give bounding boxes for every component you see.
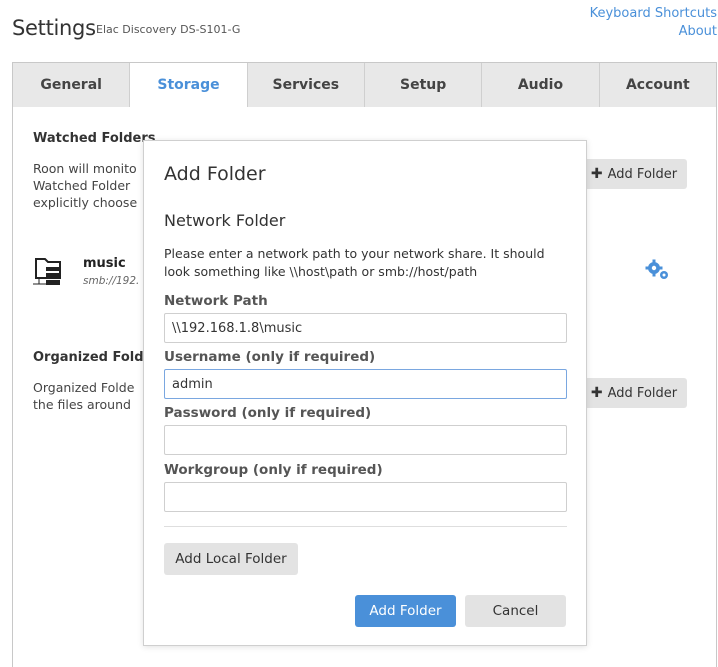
tab-audio[interactable]: Audio xyxy=(482,63,600,107)
password-label: Password (only if required) xyxy=(164,405,372,421)
username-input[interactable] xyxy=(164,369,567,399)
header-links: Keyboard Shortcuts About xyxy=(590,5,717,41)
add-local-folder-button[interactable]: Add Local Folder xyxy=(164,543,298,575)
folder-name: music xyxy=(83,256,126,271)
network-path-input[interactable] xyxy=(164,313,567,343)
folder-path: smb://192. xyxy=(83,275,140,287)
add-watched-folder-button[interactable]: ✚ Add Folder xyxy=(581,159,687,189)
tab-services[interactable]: Services xyxy=(248,63,365,107)
add-folder-dialog: Add Folder Network Folder Please enter a… xyxy=(143,140,587,646)
keyboard-shortcuts-link[interactable]: Keyboard Shortcuts xyxy=(590,5,717,23)
settings-tabs: General Storage Services Setup Audio Acc… xyxy=(12,62,717,108)
add-organized-folder-button[interactable]: ✚ Add Folder xyxy=(581,378,687,408)
dialog-divider xyxy=(164,526,567,527)
cancel-button[interactable]: Cancel xyxy=(465,595,566,627)
username-label: Username (only if required) xyxy=(164,349,376,365)
workgroup-input[interactable] xyxy=(164,482,567,512)
plus-icon: ✚ xyxy=(590,385,603,401)
dialog-description: Please enter a network path to your netw… xyxy=(164,246,545,279)
workgroup-label: Workgroup (only if required) xyxy=(164,462,383,478)
about-link[interactable]: About xyxy=(590,23,717,41)
organized-folders-title: Organized Folde xyxy=(33,350,153,365)
dialog-title: Add Folder xyxy=(164,163,266,185)
tab-account[interactable]: Account xyxy=(600,63,716,107)
add-organized-folder-label: Add Folder xyxy=(607,385,678,401)
gear-icon[interactable] xyxy=(645,259,671,281)
tab-general[interactable]: General xyxy=(13,63,131,107)
plus-icon: ✚ xyxy=(590,166,603,182)
add-watched-folder-label: Add Folder xyxy=(607,166,678,182)
tab-storage[interactable]: Storage xyxy=(130,63,248,108)
add-folder-submit-button[interactable]: Add Folder xyxy=(355,595,456,627)
network-path-label: Network Path xyxy=(164,293,268,309)
page-title: Settings xyxy=(12,16,96,40)
watched-folders-title: Watched Folders xyxy=(33,131,156,146)
dialog-subtitle: Network Folder xyxy=(164,211,286,230)
device-name: Elac Discovery DS-S101-G xyxy=(96,23,241,36)
network-folder-icon xyxy=(33,258,61,285)
password-input[interactable] xyxy=(164,425,567,455)
tab-setup[interactable]: Setup xyxy=(365,63,483,107)
